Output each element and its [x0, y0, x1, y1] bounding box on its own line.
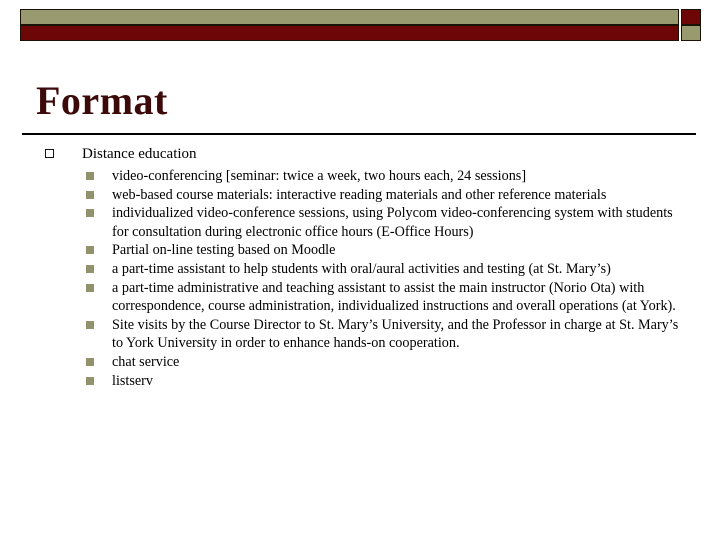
list-item-label: individualized video-conference sessions… [112, 205, 673, 240]
list-item-label: a part-time administrative and teaching … [112, 279, 676, 315]
list-item: individualized video-conference sessions… [0, 204, 720, 241]
slide-body: Distance education video-conferencing [s… [0, 145, 720, 390]
title-divider [22, 133, 696, 135]
outline-item-level1: Distance education [0, 145, 720, 164]
square-filled-icon [86, 283, 94, 292]
square-filled-icon [86, 246, 94, 255]
header-bar-bottom-long [20, 25, 679, 41]
list-item-label: listserv [112, 372, 153, 389]
header-bar-bottom [20, 25, 701, 41]
list-item: a part-time assistant to help students w… [0, 260, 720, 279]
header-bar-top-long [20, 9, 679, 25]
slide-title: Format [36, 78, 168, 123]
square-filled-icon [86, 172, 94, 180]
list-item: Partial on-line testing based on Moodle [0, 241, 720, 260]
list-item: chat service [0, 353, 720, 372]
header-bar-top-cap [681, 9, 701, 25]
list-item-label: Site visits by the Course Director to St… [112, 316, 679, 352]
square-outline-icon [45, 149, 54, 158]
list-item-label: a part-time assistant to help students w… [112, 260, 611, 277]
list-item-label: chat service [112, 353, 180, 370]
square-filled-icon [86, 209, 94, 218]
list-item: a part-time administrative and teaching … [0, 279, 720, 316]
header-bar-bottom-cap [681, 25, 701, 41]
square-filled-icon [86, 264, 94, 273]
list-item: video-conferencing [seminar: twice a wee… [0, 167, 720, 186]
list-item: Site visits by the Course Director to St… [0, 316, 720, 353]
list-item: listserv [0, 372, 720, 391]
list-item: web-based course materials: interactive … [0, 186, 720, 205]
list-item-label: Partial on-line testing based on Moodle [112, 242, 336, 259]
list-item-label: video-conferencing [seminar: twice a wee… [112, 168, 527, 184]
square-filled-icon [86, 190, 94, 199]
square-filled-icon [86, 320, 94, 329]
header-banner [20, 9, 701, 41]
outline-item-level1-label: Distance education [82, 146, 197, 162]
square-filled-icon [86, 376, 94, 385]
square-filled-icon [86, 357, 94, 366]
header-bar-top [20, 9, 701, 25]
list-item-label: web-based course materials: interactive … [112, 186, 607, 203]
